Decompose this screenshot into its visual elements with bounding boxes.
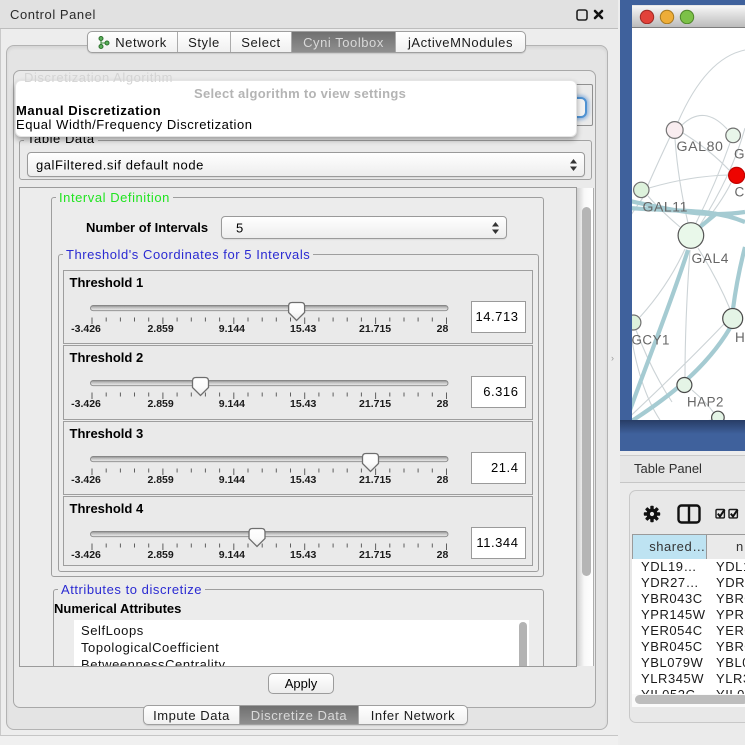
svg-text:C: C <box>735 185 745 200</box>
svg-text:GCY1: GCY1 <box>632 333 670 348</box>
svg-text:GAL11: GAL11 <box>643 200 689 215</box>
svg-text:GA: GA <box>734 147 745 162</box>
svg-text:GAL4: GAL4 <box>692 251 730 266</box>
svg-text:HAP2: HAP2 <box>687 395 724 410</box>
svg-text:GAL80: GAL80 <box>677 139 724 154</box>
svg-text:H: H <box>735 330 745 345</box>
